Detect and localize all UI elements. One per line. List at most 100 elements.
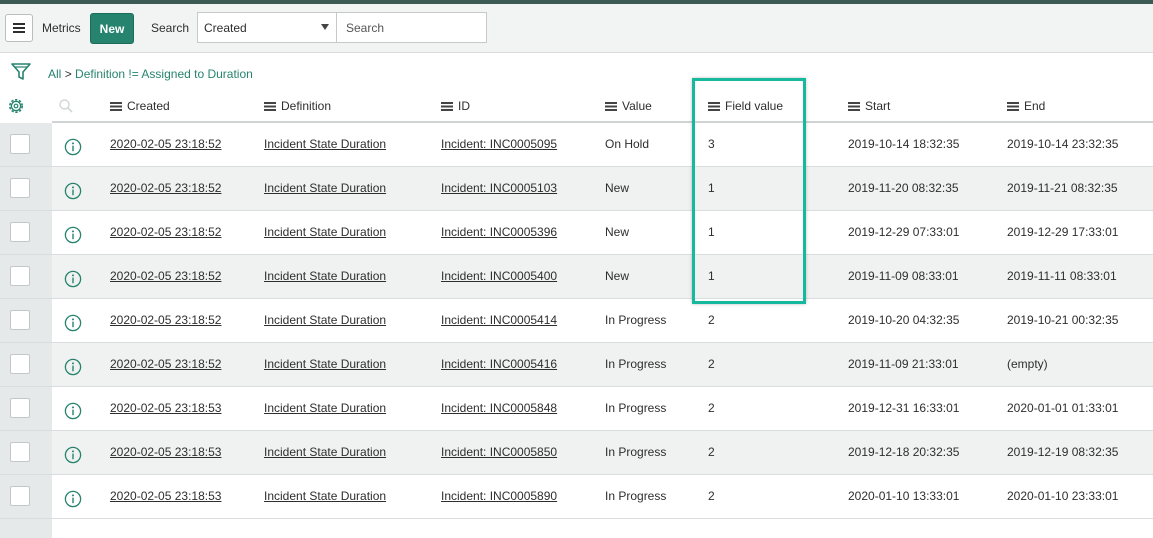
cell-start: 2019-12-18 20:32:35: [848, 445, 960, 459]
column-header-id[interactable]: ID: [441, 99, 470, 113]
row-checkbox[interactable]: [10, 486, 30, 506]
cell-id[interactable]: Incident: INC0005400: [441, 269, 557, 283]
cell-value: In Progress: [605, 445, 667, 459]
list-title: Metrics: [42, 21, 81, 35]
info-icon[interactable]: [64, 138, 82, 156]
table-row[interactable]: 2020-02-05 23:18:52 Incident State Durati…: [0, 343, 1153, 387]
cell-field-value: 2: [708, 313, 715, 327]
cell-created[interactable]: 2020-02-05 23:18:52: [110, 269, 221, 283]
cell-end: 2019-10-14 23:32:35: [1007, 137, 1119, 151]
cell-start: 2019-11-09 08:33:01: [848, 269, 959, 283]
table-row[interactable]: 2020-02-05 23:18:52 Incident State Durati…: [0, 299, 1153, 343]
info-icon[interactable]: [64, 182, 82, 200]
column-menu-icon[interactable]: [264, 102, 276, 111]
cell-definition[interactable]: Incident State Duration: [264, 489, 386, 503]
cell-end: 2020-01-01 01:33:01: [1007, 401, 1119, 415]
cell-definition[interactable]: Incident State Duration: [264, 313, 386, 327]
new-button[interactable]: New: [90, 13, 134, 44]
row-checkbox[interactable]: [10, 134, 30, 154]
cell-created[interactable]: 2020-02-05 23:18:53: [110, 445, 221, 459]
cell-value: In Progress: [605, 357, 667, 371]
cell-value: New: [605, 225, 630, 239]
breadcrumb-condition[interactable]: Definition != Assigned to Duration: [75, 67, 253, 81]
gear-icon[interactable]: [6, 96, 26, 116]
column-header-label: Start: [865, 99, 891, 113]
cell-created[interactable]: 2020-02-05 23:18:52: [110, 357, 221, 371]
cell-start: 2020-01-10 13:33:01: [848, 489, 960, 503]
info-icon[interactable]: [64, 402, 82, 420]
cell-end: 2020-01-10 23:33:01: [1007, 489, 1119, 503]
menu-button[interactable]: [5, 14, 33, 42]
table-row[interactable]: 2020-02-05 23:18:52 Incident State Durati…: [0, 123, 1153, 167]
info-icon[interactable]: [64, 270, 82, 288]
column-search-icon[interactable]: [58, 98, 74, 114]
column-header-start[interactable]: Start: [848, 99, 890, 113]
cell-id[interactable]: Incident: INC0005850: [441, 445, 557, 459]
chevron-down-icon: [321, 24, 329, 30]
cell-created[interactable]: 2020-02-05 23:18:52: [110, 313, 221, 327]
cell-id[interactable]: Incident: INC0005416: [441, 357, 557, 371]
table-row[interactable]: 2020-02-05 23:18:53 Incident State Durati…: [0, 431, 1153, 475]
info-icon[interactable]: [64, 446, 82, 464]
cell-value: On Hold: [605, 137, 650, 151]
cell-value: New: [605, 269, 630, 283]
table-row[interactable]: 2020-02-05 23:18:52 Incident State Durati…: [0, 167, 1153, 211]
cell-end: 2019-12-19 08:32:35: [1007, 445, 1119, 459]
table-row[interactable]: 2020-02-05 23:18:53 Incident State Durati…: [0, 475, 1153, 519]
search-field-select[interactable]: Created: [197, 12, 337, 43]
cell-created[interactable]: 2020-02-05 23:18:52: [110, 225, 221, 239]
cell-definition[interactable]: Incident State Duration: [264, 401, 386, 415]
cell-id[interactable]: Incident: INC0005396: [441, 225, 557, 239]
column-menu-icon[interactable]: [848, 102, 860, 111]
column-header-label: End: [1024, 99, 1046, 113]
cell-id[interactable]: Incident: INC0005890: [441, 489, 557, 503]
cell-created[interactable]: 2020-02-05 23:18:53: [110, 489, 221, 503]
row-checkbox[interactable]: [10, 266, 30, 286]
row-checkbox[interactable]: [10, 442, 30, 462]
table-row[interactable]: 2020-02-05 23:18:52 Incident State Durati…: [0, 255, 1153, 299]
row-checkbox[interactable]: [10, 398, 30, 418]
cell-definition[interactable]: Incident State Duration: [264, 137, 386, 151]
column-menu-icon[interactable]: [110, 102, 122, 111]
cell-created[interactable]: 2020-02-05 23:18:53: [110, 401, 221, 415]
cell-definition[interactable]: Incident State Duration: [264, 181, 386, 195]
table-row[interactable]: 2020-02-05 23:18:53 Incident State Durati…: [0, 387, 1153, 431]
breadcrumb-separator: >: [64, 67, 72, 81]
cell-definition[interactable]: Incident State Duration: [264, 269, 386, 283]
cell-end: 2019-12-29 17:33:01: [1007, 225, 1119, 239]
row-checkbox[interactable]: [10, 354, 30, 374]
info-icon[interactable]: [64, 314, 82, 332]
column-header-value[interactable]: Value: [605, 99, 652, 113]
info-icon[interactable]: [64, 490, 82, 508]
cell-id[interactable]: Incident: INC0005103: [441, 181, 557, 195]
table-row[interactable]: 2020-02-05 23:18:52 Incident State Durati…: [0, 211, 1153, 255]
breadcrumb-all[interactable]: All: [48, 67, 61, 81]
column-menu-icon[interactable]: [605, 102, 617, 111]
row-checkbox[interactable]: [10, 178, 30, 198]
cell-end: 2019-10-21 00:32:35: [1007, 313, 1119, 327]
column-header-end[interactable]: End: [1007, 99, 1045, 113]
cell-field-value: 2: [708, 357, 715, 371]
cell-id[interactable]: Incident: INC0005848: [441, 401, 557, 415]
cell-definition[interactable]: Incident State Duration: [264, 357, 386, 371]
cell-created[interactable]: 2020-02-05 23:18:52: [110, 137, 221, 151]
column-header-created[interactable]: Created: [110, 99, 170, 113]
hamburger-icon-line: [13, 27, 25, 29]
filter-icon[interactable]: [10, 60, 32, 82]
cell-start: 2019-10-14 18:32:35: [848, 137, 960, 151]
cell-id[interactable]: Incident: INC0005095: [441, 137, 557, 151]
column-header-definition[interactable]: Definition: [264, 99, 331, 113]
row-checkbox[interactable]: [10, 310, 30, 330]
cell-definition[interactable]: Incident State Duration: [264, 445, 386, 459]
search-input[interactable]: [337, 12, 487, 43]
row-checkbox[interactable]: [10, 222, 30, 242]
info-icon[interactable]: [64, 358, 82, 376]
info-icon[interactable]: [64, 226, 82, 244]
cell-start: 2019-10-20 04:32:35: [848, 313, 960, 327]
column-menu-icon[interactable]: [1007, 102, 1019, 111]
cell-created[interactable]: 2020-02-05 23:18:52: [110, 181, 221, 195]
cell-id[interactable]: Incident: INC0005414: [441, 313, 557, 327]
cell-definition[interactable]: Incident State Duration: [264, 225, 386, 239]
column-menu-icon[interactable]: [441, 102, 453, 111]
field-value-highlight-box: [692, 78, 806, 304]
